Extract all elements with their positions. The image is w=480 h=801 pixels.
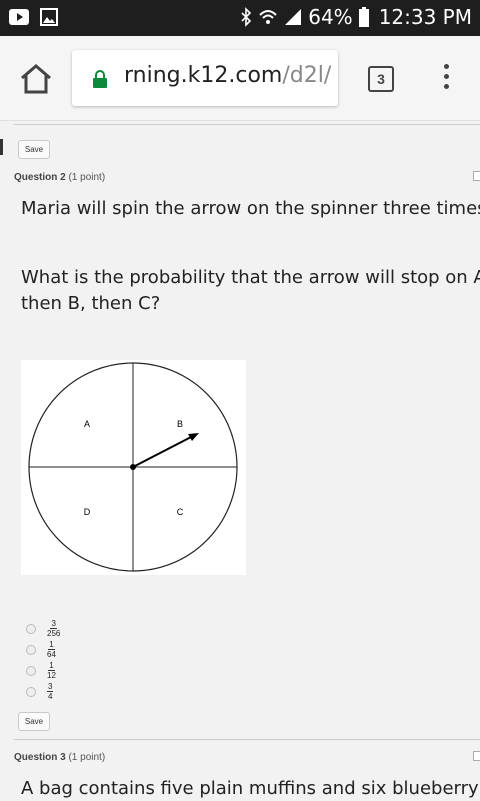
answer-option[interactable]: 1 64 (26, 639, 60, 660)
bluetooth-icon (241, 7, 252, 27)
answer-option[interactable]: 3 256 (26, 618, 60, 639)
fraction-numerator: 3 (50, 619, 57, 629)
question-label: Question 3 (14, 752, 66, 763)
wifi-icon (259, 10, 277, 24)
radio-button[interactable] (26, 686, 36, 697)
spinner-label-a: A (84, 419, 90, 429)
quiz-page: Save Question 2 (1 point) Maria will spi… (0, 121, 480, 800)
status-bar: 64% 12:33 PM (0, 0, 480, 36)
spinner-label-b: B (177, 419, 183, 429)
question-text-line: A bag contains five plain muffins and si… (21, 778, 479, 799)
radio-button[interactable] (26, 644, 36, 655)
question-header: Question 2 (1 point) (14, 172, 105, 183)
clock: 12:33 PM (378, 5, 472, 29)
url-path: /d2l/ (282, 63, 332, 88)
lock-icon (93, 70, 107, 88)
save-button[interactable]: Save (18, 140, 50, 159)
fraction-numerator: 3 (47, 682, 54, 692)
flag-icon[interactable] (473, 751, 480, 761)
save-button[interactable]: Save (18, 712, 50, 731)
fraction-denominator: 12 (47, 671, 56, 680)
question-label: Question 2 (14, 172, 66, 183)
fraction: 1 64 (47, 640, 56, 659)
divider (14, 124, 480, 125)
battery-icon (358, 7, 369, 27)
fraction-numerator: 1 (48, 640, 55, 650)
browser-toolbar: rning.k12.com/d2l/ 3 (0, 36, 480, 121)
question-points: (1 point) (68, 752, 106, 763)
question-text-line: Maria will spin the arrow on the spinner… (21, 198, 480, 219)
overflow-menu-icon[interactable] (440, 64, 452, 94)
question-header: Question 3 (1 point) (14, 752, 105, 763)
left-accent-bar (0, 139, 3, 155)
answer-options: 3 256 1 64 1 12 34 (26, 618, 60, 702)
answer-option[interactable]: 34 (26, 681, 60, 702)
question-text-line: then B, then C? (21, 293, 161, 314)
question-points: (1 point) (68, 172, 106, 183)
tab-switcher-button[interactable]: 3 (368, 66, 394, 92)
youtube-icon (9, 9, 29, 25)
fraction-denominator: 4 (48, 692, 53, 701)
radio-button[interactable] (26, 623, 36, 634)
question-text-line: What is the probability that the arrow w… (21, 267, 480, 288)
flag-icon[interactable] (473, 171, 480, 181)
url-text: rning.k12.com/d2l/ (124, 63, 331, 88)
fraction: 34 (47, 682, 54, 701)
url-host: rning.k12.com (124, 63, 283, 88)
home-icon[interactable] (18, 64, 54, 94)
fraction-denominator: 64 (47, 650, 56, 659)
fraction: 1 12 (47, 661, 56, 680)
fraction-denominator: 256 (47, 629, 61, 638)
spinner-label-d: D (84, 507, 91, 517)
address-bar[interactable]: rning.k12.com/d2l/ (72, 50, 338, 106)
fraction: 3 256 (47, 619, 60, 638)
fraction-numerator: 1 (48, 661, 55, 671)
radio-button[interactable] (26, 665, 36, 676)
divider (14, 739, 480, 740)
spinner-label-c: C (177, 507, 184, 517)
battery-percent: 64% (308, 5, 353, 29)
spinner-pivot (130, 464, 136, 470)
spinner-image: A B D C (21, 360, 246, 575)
image-icon (40, 8, 58, 26)
answer-option[interactable]: 1 12 (26, 660, 60, 681)
signal-icon (285, 9, 302, 25)
